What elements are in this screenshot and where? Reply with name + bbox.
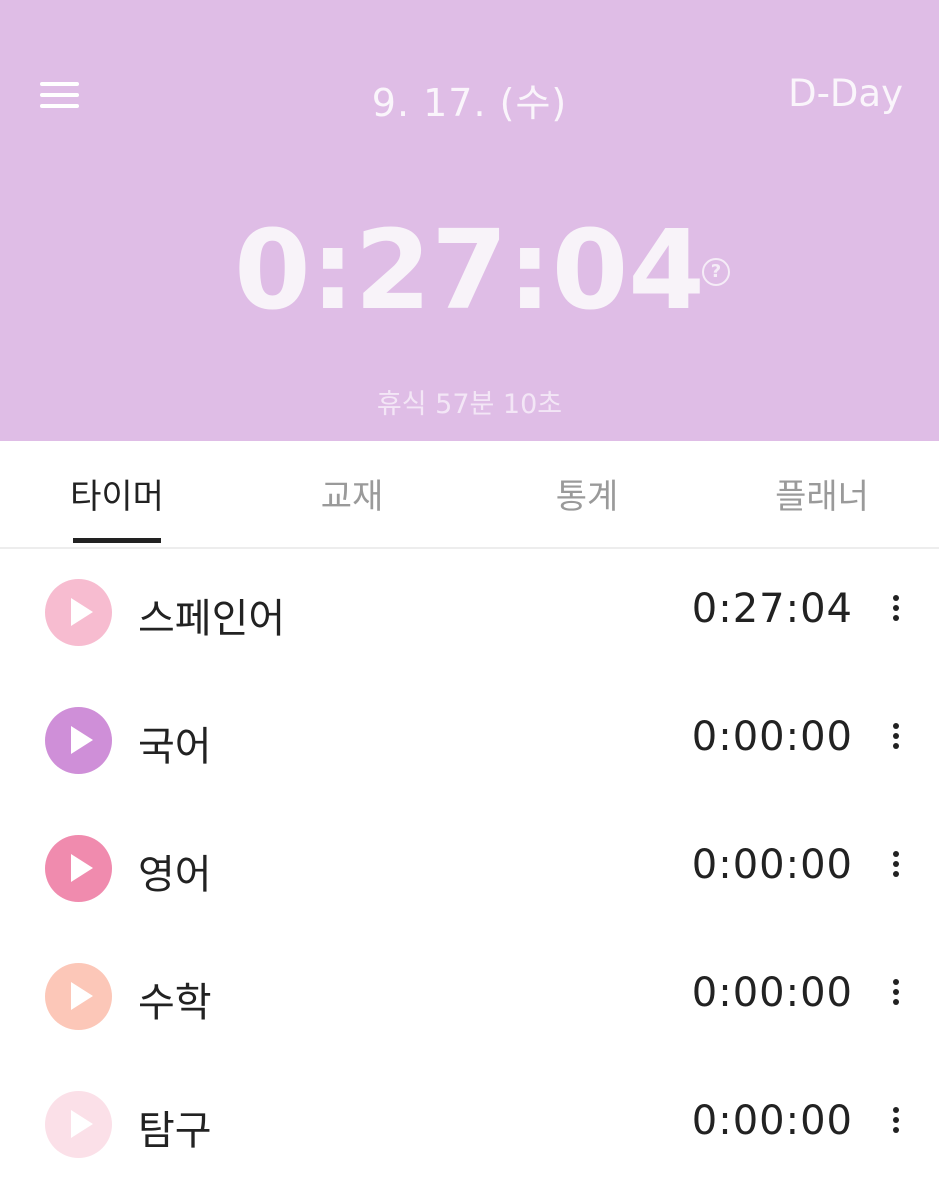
subject-row-english[interactable]: 영어 0:00:00 [0,804,939,932]
more-options-icon[interactable] [888,1105,904,1135]
tab-timer[interactable]: 타이머 [17,469,217,518]
tab-statistics[interactable]: 통계 [487,469,687,518]
play-icon[interactable] [45,579,112,646]
play-icon[interactable] [45,835,112,902]
subject-name: 탐구 [138,1108,212,1154]
subject-row-math[interactable]: 수학 0:00:00 [0,932,939,1060]
total-study-timer: 0:27:04 [234,206,705,334]
rest-time-text: 휴식 57분 10초 [376,389,563,420]
subject-time: 0:00:00 [691,714,853,760]
subject-name: 국어 [138,724,212,770]
subject-time: 0:00:00 [691,970,853,1016]
subject-row-korean[interactable]: 국어 0:00:00 [0,676,939,804]
dday-button[interactable]: D-Day [788,72,903,115]
tab-bar: 타이머 교재 통계 플래너 [0,441,939,549]
subject-time: 0:27:04 [691,586,853,632]
help-icon[interactable]: ? [702,258,730,286]
subject-name: 영어 [138,852,212,898]
more-options-icon[interactable] [888,721,904,751]
subject-time: 0:00:00 [691,1098,853,1144]
tab-planner[interactable]: 플래너 [722,469,922,518]
play-icon[interactable] [45,963,112,1030]
tab-textbook[interactable]: 교재 [252,469,452,518]
subject-row-spanish[interactable]: 스페인어 0:27:04 [0,548,939,676]
subject-row-inquiry[interactable]: 탐구 0:00:00 [0,1060,939,1188]
subject-name: 수학 [138,980,212,1026]
subject-time: 0:00:00 [691,842,853,888]
more-options-icon[interactable] [888,849,904,879]
more-options-icon[interactable] [888,977,904,1007]
play-icon[interactable] [45,707,112,774]
active-tab-indicator [73,538,161,543]
subject-name: 스페인어 [138,596,286,642]
more-options-icon[interactable] [888,593,904,623]
timer-header: 9. 17. (수) D-Day 0:27:04 ? 휴식 57분 10초 [0,0,939,441]
play-icon[interactable] [45,1091,112,1158]
